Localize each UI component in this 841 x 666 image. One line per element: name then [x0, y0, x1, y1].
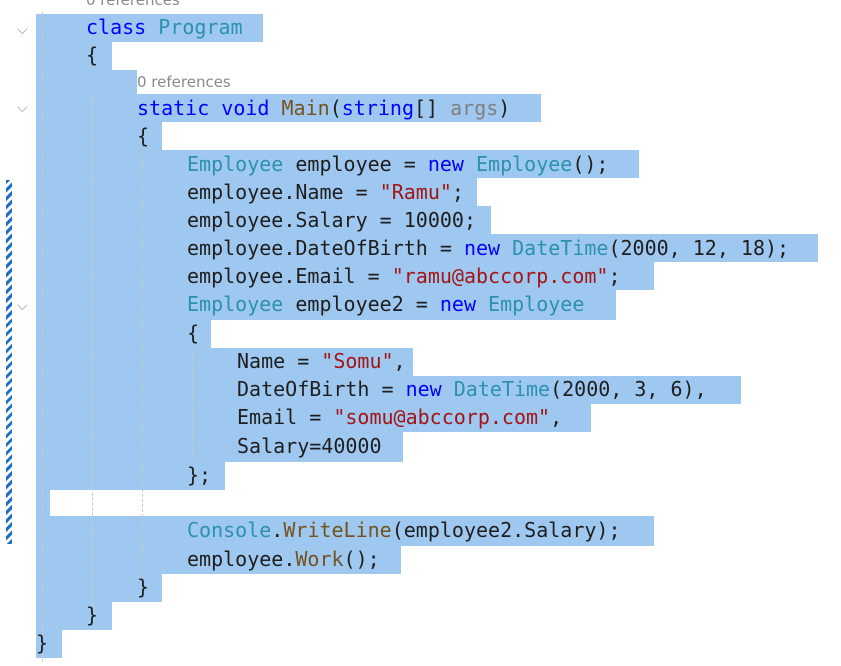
code-line: employee.Salary = 10000;: [187, 206, 476, 234]
code-line: static void Main(string[] args): [137, 94, 510, 122]
change-marker: [6, 180, 12, 544]
code-text: ;: [777, 236, 790, 260]
code-line: }: [36, 631, 49, 655]
code-line: Employee employee2 = new Employee: [187, 290, 584, 318]
code-line: }: [86, 603, 99, 627]
type-name: DateTime: [512, 236, 609, 260]
indent-guide: [42, 12, 43, 662]
code-text: ;: [451, 180, 464, 204]
code-lens-references[interactable]: 0 references: [86, 0, 180, 10]
type-name: Employee: [488, 292, 585, 316]
indent-guide: [192, 348, 193, 460]
indent-guide: [92, 96, 93, 616]
code-text: (employee2.Salary);: [391, 518, 621, 542]
type-name: Console: [187, 518, 272, 542]
keyword: string: [341, 96, 414, 120]
selection-block: [36, 70, 137, 94]
keyword: new: [463, 236, 501, 260]
editor-gutter: ⌵ ⌵ ⌵: [0, 0, 40, 666]
paren: ): [498, 96, 511, 120]
code-text: employee.DateOfBirth =: [187, 236, 464, 260]
code-text: ();: [572, 152, 609, 176]
code-text: (2000, 3, 6),: [550, 377, 707, 401]
code-line: }: [137, 575, 150, 599]
code-line: };: [187, 463, 212, 487]
type-name: DateTime: [453, 377, 551, 401]
code-text: ;: [608, 264, 621, 288]
code-text: ,: [550, 405, 563, 429]
indent-guide: [142, 150, 143, 582]
code-text: employee =: [283, 152, 428, 176]
code-text: employee.Salary = 10000: [187, 208, 464, 232]
code-text: employee.Email =: [187, 264, 392, 288]
code-text: Name =: [237, 349, 322, 373]
code-line: {: [137, 124, 150, 148]
keyword: void: [221, 96, 270, 120]
selection-block: [36, 602, 112, 630]
method-name: Work: [295, 547, 344, 571]
selection-block: [36, 42, 112, 70]
code-line: DateOfBirth = new DateTime(2000, 3, 6),: [237, 375, 707, 403]
method-name: WriteLine: [283, 518, 392, 542]
collapse-class-icon[interactable]: ⌵: [17, 23, 29, 37]
string-literal: "Somu": [321, 349, 394, 373]
code-text: ,: [393, 349, 406, 373]
type-name: Employee: [187, 292, 284, 316]
collapse-initializer-icon[interactable]: ⌵: [17, 299, 29, 313]
code-text: employee2 =: [283, 292, 440, 316]
code-line: employee.Name = "Ramu";: [187, 178, 464, 206]
code-text: DateOfBirth =: [237, 377, 406, 401]
paren: (: [329, 96, 342, 120]
code-line: Name = "Somu",: [237, 347, 406, 375]
code-text: []: [413, 96, 451, 120]
keyword: class: [86, 15, 147, 39]
code-editor[interactable]: ⌵ ⌵ ⌵ 0 references 0 references class Pr…: [0, 0, 841, 666]
code-line: employee.Work();: [187, 545, 380, 573]
keyword: new: [427, 152, 464, 176]
string-literal: "ramu@abccorp.com": [391, 264, 609, 288]
code-line: Employee employee = new Employee();: [187, 150, 608, 178]
code-text: employee.: [187, 547, 296, 571]
selection-block: [36, 320, 211, 348]
type-name: Employee: [187, 152, 284, 176]
code-line: class Program: [86, 13, 243, 41]
code-text: ;: [463, 208, 476, 232]
code-text: Email =: [237, 405, 334, 429]
code-line: employee.DateOfBirth = new DateTime(2000…: [187, 234, 789, 262]
parameter-name: args: [450, 96, 499, 120]
code-text: employee.Name =: [187, 180, 380, 204]
code-line: Salary=40000: [237, 434, 382, 458]
code-line: Console.WriteLine(employee2.Salary);: [187, 516, 621, 544]
code-lens-references[interactable]: 0 references: [137, 72, 231, 92]
method-name: Main: [281, 96, 330, 120]
code-line: {: [86, 43, 99, 67]
type-name: Employee: [476, 152, 573, 176]
string-literal: "Ramu": [379, 180, 452, 204]
code-text: (2000, 12, 18): [608, 236, 778, 260]
keyword: new: [439, 292, 476, 316]
collapse-method-icon[interactable]: ⌵: [17, 101, 29, 115]
code-text: ();: [343, 547, 380, 571]
keyword: static: [137, 96, 210, 120]
class-name: Program: [158, 15, 243, 39]
code-line: Email = "somu@abccorp.com",: [237, 403, 562, 431]
keyword: new: [405, 377, 442, 401]
code-line: employee.Email = "ramu@abccorp.com";: [187, 262, 621, 290]
string-literal: "somu@abccorp.com": [333, 405, 551, 429]
code-line: {: [187, 321, 200, 345]
code-text: .: [271, 518, 284, 542]
